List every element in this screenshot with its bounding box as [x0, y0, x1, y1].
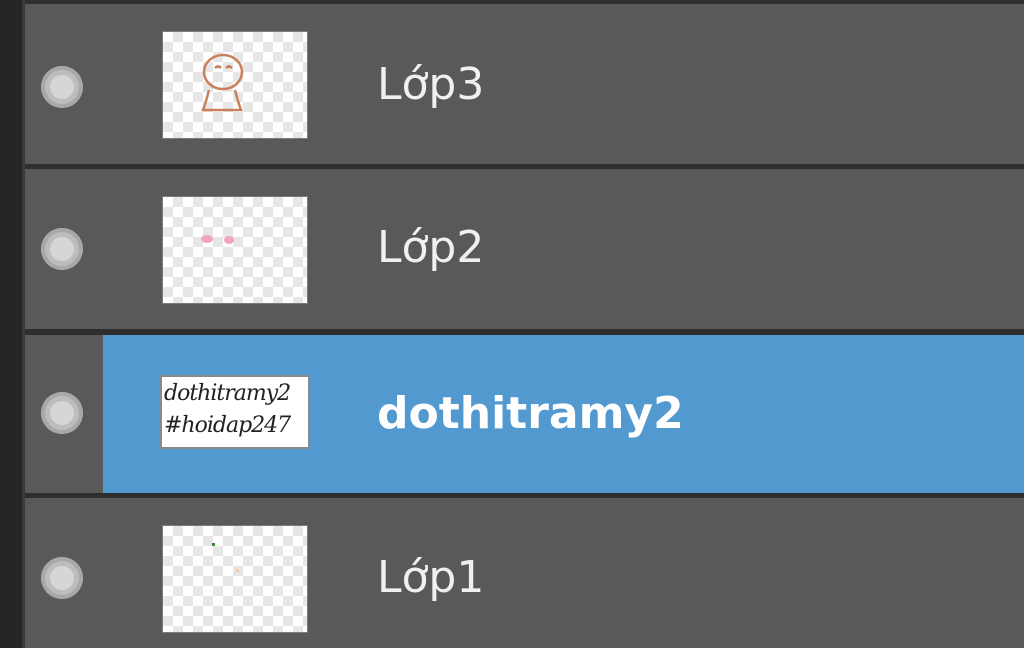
layer-thumbnail: dothitramy2 #hoidap247 [160, 375, 310, 449]
layer-row-lop3[interactable]: Lớp3 [25, 4, 1024, 164]
layer-thumbnail [162, 31, 308, 139]
layer-row-lop2[interactable]: Lớp2 [25, 169, 1024, 329]
layer-row-lop1[interactable]: Lớp1 [25, 498, 1024, 648]
layer-thumbnail [162, 525, 308, 633]
layer-name: Lớp1 [377, 552, 485, 603]
faint-marks-icon [212, 543, 239, 572]
pink-dots-icon [201, 235, 234, 244]
visibility-toggle-icon[interactable] [41, 228, 83, 270]
visibility-toggle-icon[interactable] [41, 557, 83, 599]
thumbnail-text-line-1: dothitramy2 [164, 381, 291, 406]
layer-name: Lớp2 [377, 222, 485, 273]
layer-thumbnail [162, 196, 308, 304]
layer-name: dothitramy2 [377, 388, 684, 439]
thumbnail-text-line-2: #hoidap247 [164, 413, 291, 438]
layers-panel: Lớp3 Lớp2 dothitramy2 #hoidap247 dothitr… [25, 0, 1024, 648]
layer-row-dothitramy2[interactable]: dothitramy2 #hoidap247 dothitramy2 [25, 335, 1024, 493]
panel-left-edge [0, 0, 25, 648]
layer-name: Lớp3 [377, 59, 485, 110]
figure-sketch-icon [201, 53, 244, 112]
visibility-toggle-icon[interactable] [41, 66, 83, 108]
visibility-toggle-icon[interactable] [41, 392, 83, 434]
